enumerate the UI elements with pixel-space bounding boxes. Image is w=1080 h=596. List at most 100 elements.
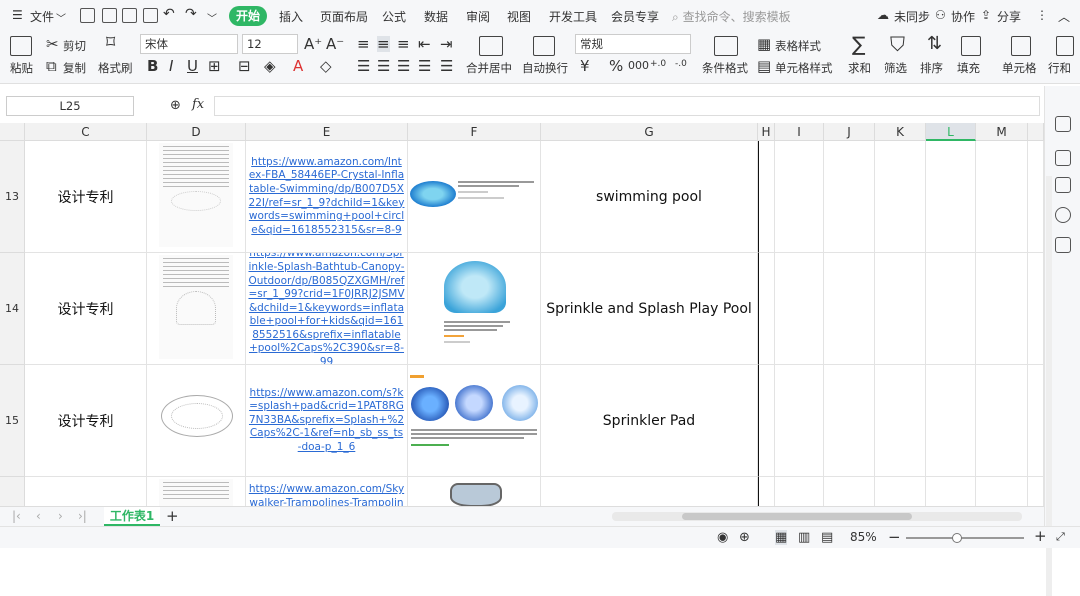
column-header-m[interactable]: M bbox=[976, 123, 1028, 141]
clear-format-icon[interactable]: ◇ bbox=[320, 58, 332, 74]
paste-icon[interactable] bbox=[10, 36, 32, 56]
patent-image-cell[interactable] bbox=[147, 253, 246, 365]
collapse-ribbon-icon[interactable]: ︿ bbox=[1058, 8, 1070, 25]
cursor-select-icon[interactable] bbox=[1055, 116, 1071, 132]
conditional-format-icon[interactable] bbox=[714, 36, 738, 56]
fill-button[interactable]: 填充 bbox=[957, 60, 980, 76]
patent-type-cell[interactable]: 设计专利 bbox=[25, 141, 147, 253]
fullscreen-icon[interactable]: ⤢ bbox=[1056, 530, 1065, 544]
product-image-cell[interactable] bbox=[408, 477, 541, 506]
collab-icon[interactable]: ⚇ bbox=[935, 8, 946, 22]
empty-cell[interactable] bbox=[875, 141, 926, 253]
indent-decrease-icon[interactable]: ⇤ bbox=[418, 36, 431, 52]
cell-style-button[interactable]: 单元格样式 bbox=[775, 60, 833, 76]
product-image-cell[interactable] bbox=[408, 141, 541, 253]
copy-button[interactable]: 复制 bbox=[63, 60, 86, 76]
tab-home[interactable]: 开始 bbox=[229, 6, 267, 26]
sum-button[interactable]: 求和 bbox=[848, 60, 871, 76]
indent-increase-icon[interactable]: ⇥ bbox=[440, 36, 453, 52]
mode-icon[interactable]: ⊕ bbox=[739, 530, 750, 545]
empty-cell[interactable] bbox=[976, 477, 1028, 506]
next-sheet-icon[interactable]: › bbox=[58, 509, 63, 523]
font-color-icon[interactable]: A bbox=[293, 58, 303, 74]
product-image-cell[interactable] bbox=[408, 253, 541, 365]
product-name-cell[interactable]: swimming pool bbox=[541, 141, 758, 253]
copy-icon[interactable]: ⧉ bbox=[46, 58, 57, 74]
percent-icon[interactable]: % bbox=[609, 58, 623, 74]
empty-cell[interactable] bbox=[758, 253, 775, 365]
save-icon[interactable] bbox=[80, 8, 95, 23]
horizontal-scrollbar[interactable] bbox=[612, 512, 1022, 521]
cell-icon[interactable] bbox=[1011, 36, 1031, 56]
scissors-icon[interactable]: ✂ bbox=[46, 36, 59, 52]
patent-image-cell[interactable] bbox=[147, 141, 246, 253]
amazon-link[interactable]: https://www.amazon.com/Sprinkle-Splash-B… bbox=[246, 253, 408, 365]
conditional-format-button[interactable]: 条件格式 bbox=[702, 60, 748, 76]
align-right-icon[interactable]: ☰ bbox=[397, 58, 410, 74]
merge-center-icon[interactable] bbox=[479, 36, 503, 56]
tab-member[interactable]: 会员专享 bbox=[611, 8, 659, 25]
column-header-i[interactable]: I bbox=[775, 123, 824, 141]
wrap-text-icon[interactable] bbox=[533, 36, 555, 56]
page-break-view-icon[interactable]: ▤ bbox=[821, 530, 833, 545]
empty-cell[interactable] bbox=[926, 477, 976, 506]
tab-view[interactable]: 视图 bbox=[507, 8, 531, 25]
empty-cell[interactable] bbox=[775, 477, 824, 506]
decrease-decimal-icon[interactable]: -.0 bbox=[675, 56, 687, 72]
patent-image-cell[interactable] bbox=[147, 477, 246, 506]
cut-button[interactable]: 剪切 bbox=[63, 38, 86, 54]
align-bottom-icon[interactable]: ≡ bbox=[397, 36, 410, 52]
empty-cell[interactable] bbox=[875, 477, 926, 506]
file-menu[interactable]: 文件 bbox=[30, 8, 54, 25]
zoom-level[interactable]: 85% bbox=[850, 530, 877, 544]
table-style-button[interactable]: 表格样式 bbox=[775, 38, 821, 54]
redo-icon[interactable]: ↷ bbox=[185, 6, 197, 22]
empty-cell[interactable] bbox=[824, 477, 875, 506]
fill-icon[interactable] bbox=[961, 36, 981, 56]
currency-icon[interactable]: ¥ bbox=[580, 58, 590, 74]
column-header-k[interactable]: K bbox=[875, 123, 926, 141]
spreadsheet-grid[interactable]: C D E F G H I J K L M 13 设计专利 https://ww… bbox=[0, 123, 1044, 506]
tab-insert[interactable]: 插入 bbox=[279, 8, 303, 25]
zoom-in-button[interactable]: + bbox=[1034, 527, 1047, 545]
empty-cell[interactable] bbox=[875, 253, 926, 365]
last-sheet-icon[interactable]: ›| bbox=[78, 509, 87, 523]
italic-icon[interactable]: I bbox=[169, 58, 173, 74]
export-pdf-icon[interactable] bbox=[102, 8, 117, 23]
print-icon[interactable] bbox=[122, 8, 137, 23]
hamburger-icon[interactable]: ☰ bbox=[12, 8, 23, 22]
align-middle-icon[interactable]: ≡ bbox=[377, 36, 390, 52]
grow-font-icon[interactable]: A⁺ bbox=[304, 36, 322, 52]
column-header-f[interactable]: F bbox=[408, 123, 541, 141]
formula-input[interactable] bbox=[214, 96, 1040, 116]
share-icon[interactable]: ⇪ bbox=[981, 8, 991, 22]
increase-decimal-icon[interactable]: +.0 bbox=[650, 56, 666, 72]
underline-icon[interactable]: U bbox=[187, 58, 198, 74]
empty-cell[interactable] bbox=[1028, 365, 1044, 477]
row-header-14[interactable]: 14 bbox=[0, 253, 25, 365]
merge-icon[interactable]: ⊟ bbox=[238, 58, 251, 74]
column-header-c[interactable]: C bbox=[25, 123, 147, 141]
more-icon[interactable]: ⋮ bbox=[1036, 8, 1048, 22]
patent-image-cell[interactable] bbox=[147, 365, 246, 477]
align-center-icon[interactable]: ☰ bbox=[377, 58, 390, 74]
column-header-e[interactable]: E bbox=[246, 123, 408, 141]
justify-icon[interactable]: ☰ bbox=[418, 58, 431, 74]
empty-cell[interactable] bbox=[1028, 253, 1044, 365]
amazon-link[interactable]: https://www.amazon.com/s?k=splash+pad&cr… bbox=[246, 365, 408, 477]
help-icon[interactable] bbox=[1055, 207, 1071, 223]
table-style-icon[interactable]: ▦ bbox=[757, 36, 771, 52]
distribute-icon[interactable]: ☰ bbox=[440, 58, 453, 74]
row-header-16[interactable] bbox=[0, 477, 25, 506]
empty-cell[interactable] bbox=[976, 365, 1028, 477]
tab-review[interactable]: 审阅 bbox=[466, 8, 490, 25]
cell-button[interactable]: 单元格 bbox=[1002, 60, 1037, 76]
align-left-icon[interactable]: ☰ bbox=[357, 58, 370, 74]
tab-developer[interactable]: 开发工具 bbox=[549, 8, 597, 25]
zoom-search-icon[interactable]: ⊕ bbox=[170, 98, 181, 113]
number-format-select[interactable]: 常规 bbox=[575, 34, 691, 54]
zoom-out-button[interactable]: − bbox=[888, 528, 901, 546]
amazon-link[interactable]: https://www.amazon.com/Intex-FBA_58446EP… bbox=[246, 141, 408, 253]
command-search[interactable]: ⌕ 查找命令、搜索模板 bbox=[672, 8, 791, 25]
zoom-slider[interactable] bbox=[906, 533, 1024, 543]
